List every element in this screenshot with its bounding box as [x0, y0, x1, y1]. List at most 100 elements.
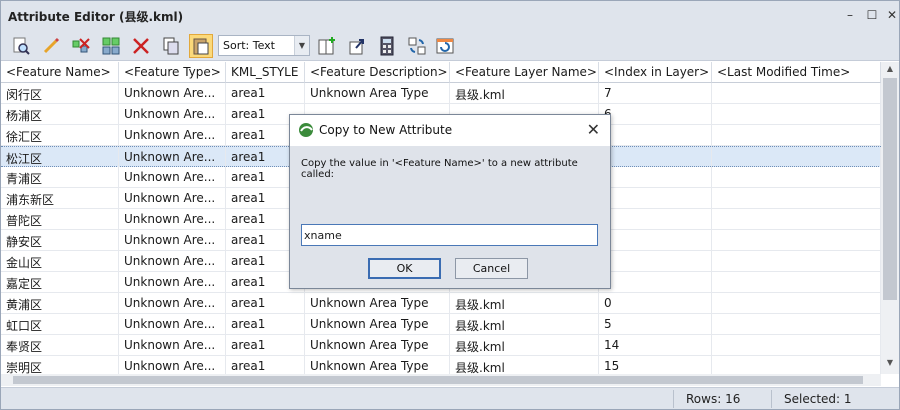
table-cell[interactable]: 普陀区 [1, 209, 119, 229]
table-cell[interactable]: 青浦区 [1, 167, 119, 187]
table-cell[interactable] [712, 83, 881, 103]
table-cell[interactable]: 金山区 [1, 251, 119, 271]
table-cell[interactable] [712, 188, 881, 208]
table-cell[interactable]: area1 [226, 335, 305, 355]
table-cell[interactable]: 嘉定区 [1, 272, 119, 292]
table-cell[interactable]: Unknown Area Type [305, 335, 450, 355]
table-cell[interactable]: Unknown Are... [119, 147, 226, 167]
table-cell[interactable] [599, 230, 712, 250]
table-cell[interactable]: 6 [599, 104, 712, 124]
table-cell[interactable]: area1 [226, 356, 305, 374]
table-cell[interactable] [712, 104, 881, 124]
table-cell[interactable]: 杨浦区 [1, 104, 119, 124]
table-cell[interactable]: Unknown Are... [119, 230, 226, 250]
column-header[interactable]: KML_STYLE [226, 62, 305, 83]
table-cell[interactable] [712, 293, 881, 313]
scroll-up-icon[interactable]: ▲ [881, 64, 899, 73]
table-cell[interactable]: 奉贤区 [1, 335, 119, 355]
column-header[interactable]: <Feature Layer Name> [450, 62, 599, 83]
table-cell[interactable]: 2 [599, 147, 712, 167]
column-header[interactable]: <Feature Description> [305, 62, 450, 83]
column-header[interactable]: <Index in Layer> [599, 62, 712, 83]
table-row[interactable]: 黄浦区 Unknown Are... area1 Unknown Area Type 县… [1, 293, 881, 314]
ok-button[interactable]: OK [368, 258, 441, 279]
table-cell[interactable] [599, 125, 712, 145]
table-cell[interactable] [712, 272, 881, 292]
column-header[interactable]: <Feature Type> [119, 62, 226, 83]
table-row[interactable]: 虹口区 Unknown Are... area1 Unknown Area Type 县… [1, 314, 881, 335]
select-all-icon[interactable] [99, 34, 123, 58]
table-cell[interactable]: Unknown Are... [119, 125, 226, 145]
table-cell[interactable]: 1 [599, 251, 712, 271]
table-cell[interactable] [712, 147, 881, 167]
table-cell[interactable] [712, 251, 881, 271]
column-header[interactable]: <Last Modified Time> [712, 62, 881, 83]
new-attribute-name-input[interactable]: xname [301, 224, 598, 246]
table-cell[interactable]: 崇明区 [1, 356, 119, 374]
refresh-icon[interactable] [405, 34, 429, 58]
table-cell[interactable]: Unknown Area Type [305, 293, 450, 313]
sort-dropdown[interactable]: Sort: Text ▼ [218, 35, 310, 56]
table-cell[interactable]: Unknown Are... [119, 251, 226, 271]
table-cell[interactable]: 14 [599, 335, 712, 355]
add-column-icon[interactable] [315, 34, 339, 58]
table-cell[interactable]: Unknown Are... [119, 272, 226, 292]
table-row[interactable]: 奉贤区 Unknown Are... area1 Unknown Area Type 县… [1, 335, 881, 356]
horizontal-scroll-thumb[interactable] [13, 376, 863, 384]
maximize-icon[interactable]: ☐ [865, 8, 879, 22]
table-row[interactable]: 崇明区 Unknown Are... area1 Unknown Area Type 县… [1, 356, 881, 374]
paste-icon[interactable] [189, 34, 213, 58]
table-cell[interactable]: 县级.kml [450, 314, 599, 334]
table-cell[interactable]: Unknown Are... [119, 167, 226, 187]
scroll-down-icon[interactable]: ▼ [881, 358, 899, 367]
table-cell[interactable]: 15 [599, 356, 712, 374]
table-cell[interactable]: Unknown Are... [119, 104, 226, 124]
table-row[interactable]: 闵行区 Unknown Are... area1 Unknown Area Type 县… [1, 83, 881, 104]
chevron-down-icon[interactable]: ▼ [294, 36, 309, 55]
table-cell[interactable]: 3 [599, 167, 712, 187]
table-cell[interactable]: 虹口区 [1, 314, 119, 334]
table-cell[interactable] [712, 230, 881, 250]
export-icon[interactable] [345, 34, 369, 58]
table-cell[interactable]: 黄浦区 [1, 293, 119, 313]
table-cell[interactable]: Unknown Area Type [305, 356, 450, 374]
table-cell[interactable]: 静安区 [1, 230, 119, 250]
close-icon[interactable]: ✕ [885, 8, 899, 22]
table-cell[interactable]: area1 [226, 314, 305, 334]
table-cell[interactable] [712, 314, 881, 334]
table-cell[interactable]: 松江区 [1, 147, 119, 167]
table-cell[interactable]: Unknown Area Type [305, 83, 450, 103]
table-cell[interactable]: 县级.kml [450, 293, 599, 313]
table-cell[interactable]: 县级.kml [450, 335, 599, 355]
minimize-icon[interactable]: – [843, 8, 857, 22]
table-cell[interactable] [712, 125, 881, 145]
reload-icon[interactable] [433, 34, 457, 58]
table-cell[interactable]: 县级.kml [450, 83, 599, 103]
table-cell[interactable]: Unknown Are... [119, 356, 226, 374]
table-cell[interactable]: 浦东新区 [1, 188, 119, 208]
column-header[interactable]: <Feature Name> [1, 62, 119, 83]
table-cell[interactable] [712, 356, 881, 374]
table-cell[interactable]: 0 [599, 293, 712, 313]
table-cell[interactable]: Unknown Area Type [305, 314, 450, 334]
vertical-scroll-thumb[interactable] [883, 78, 897, 300]
table-cell[interactable]: 徐汇区 [1, 125, 119, 145]
table-cell[interactable]: 7 [599, 83, 712, 103]
search-doc-icon[interactable] [9, 34, 33, 58]
table-cell[interactable]: Unknown Are... [119, 188, 226, 208]
cancel-button[interactable]: Cancel [455, 258, 528, 279]
table-cell[interactable]: area1 [226, 293, 305, 313]
dialog-close-icon[interactable]: ✕ [587, 120, 600, 139]
delete-cells-icon[interactable] [69, 34, 93, 58]
table-cell[interactable]: Unknown Are... [119, 293, 226, 313]
table-cell[interactable]: Unknown Are... [119, 209, 226, 229]
vertical-scrollbar[interactable]: ▲ ▼ [881, 62, 899, 374]
table-cell[interactable]: 5 [599, 314, 712, 334]
table-cell[interactable]: area1 [226, 83, 305, 103]
table-cell[interactable]: Unknown Are... [119, 335, 226, 355]
calculator-icon[interactable] [375, 34, 399, 58]
table-cell[interactable]: 0 [599, 188, 712, 208]
table-cell[interactable]: 闵行区 [1, 83, 119, 103]
table-cell[interactable] [599, 272, 712, 292]
table-cell[interactable] [712, 209, 881, 229]
